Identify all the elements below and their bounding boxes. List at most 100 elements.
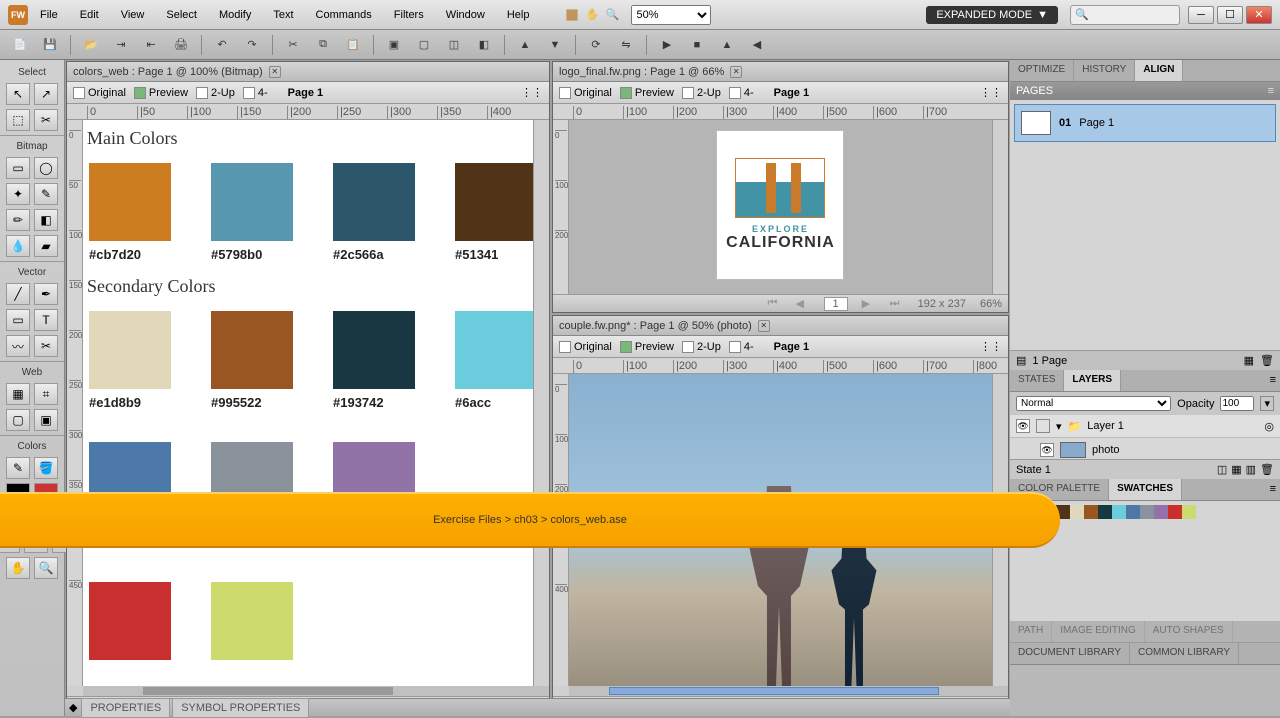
properties-tab[interactable]: PROPERTIES [81,698,170,718]
play-icon[interactable]: ▶ [657,35,677,55]
doc-tab-colors[interactable]: colors_web : Page 1 @ 100% (Bitmap)✕ [67,62,549,82]
ungroup-icon[interactable]: ▢ [414,35,434,55]
scale-tool[interactable]: ⬚ [6,109,30,131]
close-tab-icon[interactable]: ✕ [269,66,281,78]
panel-tab-history[interactable]: HISTORY [1074,60,1135,81]
palette-swatch[interactable] [1112,505,1126,519]
search-box[interactable]: 🔍 [1070,5,1180,25]
open-icon[interactable]: 📂 [81,35,101,55]
subselect-tool[interactable]: ↗ [34,83,58,105]
color-swatch[interactable]: #51341 [455,163,533,262]
view-original[interactable]: Original [73,87,126,99]
menu-commands[interactable]: Commands [306,5,382,25]
align-icon[interactable]: ◧ [474,35,494,55]
zoom-tool[interactable]: 🔍 [34,557,58,579]
expand-icon[interactable]: ▾ [1056,420,1062,433]
zoom-icon[interactable]: 🔍 [603,6,621,24]
view-2up[interactable]: 2-Up [196,87,235,99]
slice-tool[interactable]: ⌗ [34,383,58,405]
paste-icon[interactable]: 📋 [343,35,363,55]
menu-edit[interactable]: Edit [70,5,109,25]
hand-icon[interactable]: ✋ [583,6,601,24]
view-4up[interactable]: 4- [243,87,268,99]
menu-modify[interactable]: Modify [209,5,261,25]
pointer-tool[interactable]: ↖ [6,83,30,105]
pencil-tool[interactable]: ✏ [6,209,30,231]
canvas-colors[interactable]: Main Colors #cb7d20#5798b0#2c566a#51341 … [83,120,533,686]
menu-text[interactable]: Text [263,5,303,25]
cut-icon[interactable]: ✂ [283,35,303,55]
view-4up[interactable]: 4- [729,87,754,99]
blur-tool[interactable]: 💧 [6,235,30,257]
delete-layer-icon[interactable]: 🗑 [1260,463,1274,476]
menu-view[interactable]: View [111,5,155,25]
palette-swatch[interactable] [1084,505,1098,519]
canvas-logo[interactable]: EXPLORE CALIFORNIA [569,120,992,294]
symbol-properties-tab[interactable]: SYMBOL PROPERTIES [172,698,309,718]
brush-tool[interactable]: ✎ [34,183,58,205]
panel-menu-icon[interactable]: ≡ [1266,479,1280,500]
workspace-mode[interactable]: EXPANDED MODE▼ [926,6,1058,24]
view-original[interactable]: Original [559,341,612,353]
pen-tool[interactable]: ✒ [34,283,58,305]
palette-swatch[interactable] [1070,505,1084,519]
view-preview[interactable]: Preview [134,87,188,99]
group-icon[interactable]: ▣ [384,35,404,55]
panel-tab-optimize[interactable]: OPTIMIZE [1010,60,1074,81]
nav-first-icon[interactable]: ⏮ [768,297,782,310]
nav-last-icon[interactable]: ⏭ [890,297,904,310]
rect-tool[interactable]: ▭ [6,309,30,331]
panel-tab-imageediting[interactable]: IMAGE EDITING [1052,621,1145,642]
view-2up[interactable]: 2-Up [682,87,721,99]
layer-row[interactable]: 👁 ▾ 📁 Layer 1 ◎ [1010,415,1280,438]
menu-help[interactable]: Help [497,5,540,25]
hand-tool[interactable]: ✋ [6,557,30,579]
panel-tab-swatches[interactable]: SWATCHES [1109,479,1182,500]
visibility-icon[interactable]: 👁 [1040,443,1054,457]
stop-icon[interactable]: ■ [687,35,707,55]
bridge-icon[interactable] [563,6,581,24]
doc-options-icon[interactable]: ⋮⋮ [980,86,1002,99]
view-original[interactable]: Original [559,87,612,99]
export-icon[interactable]: ⇤ [141,35,161,55]
panel-tab-layers[interactable]: LAYERS [1064,370,1121,391]
palette-swatch[interactable] [1154,505,1168,519]
scrollbar-vertical[interactable] [533,120,549,686]
fill-color-tool[interactable]: 🪣 [34,457,58,479]
palette-swatch[interactable] [1140,505,1154,519]
panel-tab-doclib[interactable]: DOCUMENT LIBRARY [1010,643,1130,664]
doc-tab-couple[interactable]: couple.fw.png* : Page 1 @ 50% (photo)✕ [553,316,1008,336]
scrollbar-vertical[interactable] [992,120,1008,294]
close-tab-icon[interactable]: ✕ [758,320,770,332]
panel-tab-commonlib[interactable]: COMMON LIBRARY [1130,643,1239,664]
search-input[interactable] [1093,9,1173,21]
maximize-button[interactable]: ☐ [1217,6,1243,24]
blend-mode-select[interactable]: Normal [1016,396,1171,411]
copy-icon[interactable]: ⧉ [313,35,333,55]
marquee-tool[interactable]: ▭ [6,157,30,179]
zoom-dropdown[interactable]: 50% [631,5,711,25]
color-swatch[interactable]: #995522 [211,311,293,410]
crop-tool[interactable]: ✂ [34,109,58,131]
pointer-icon[interactable]: ◀ [747,35,767,55]
page-thumbnail[interactable]: 01 Page 1 [1014,104,1276,142]
view-4up[interactable]: 4- [729,341,754,353]
rotate-icon[interactable]: ⟳ [586,35,606,55]
eraser-tool[interactable]: ◧ [34,209,58,231]
opacity-dropdown-icon[interactable]: ▾ [1260,396,1274,411]
flip-v-icon[interactable]: ▲ [717,35,737,55]
color-swatch[interactable]: #cb7d20 [89,163,171,262]
palette-swatch[interactable] [1126,505,1140,519]
stamp-tool[interactable]: ▰ [34,235,58,257]
knife-tool[interactable]: ✂ [34,335,58,357]
palette-swatch[interactable] [1182,505,1196,519]
lasso-tool[interactable]: ◯ [34,157,58,179]
palette-swatch[interactable] [1168,505,1182,519]
layer-action-icon[interactable]: ◫ [1217,463,1227,476]
doc-options-icon[interactable]: ⋮⋮ [980,340,1002,353]
menu-window[interactable]: Window [436,5,495,25]
panel-tab-autoshapes[interactable]: AUTO SHAPES [1145,621,1233,642]
text-tool[interactable]: T [34,309,58,331]
opacity-input[interactable] [1220,396,1254,411]
line-tool[interactable]: ╱ [6,283,30,305]
